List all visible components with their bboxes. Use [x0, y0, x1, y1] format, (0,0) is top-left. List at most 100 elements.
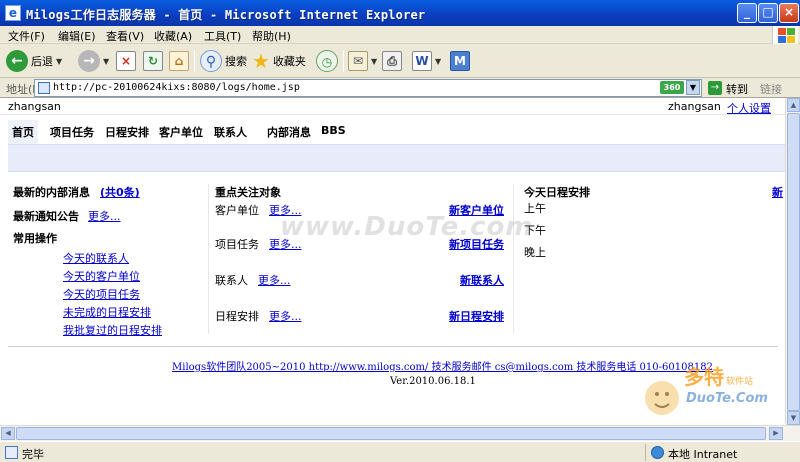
windows-logo-icon [772, 26, 798, 44]
go-button[interactable]: 转到 [726, 81, 748, 97]
left-column: 最新的内部消息 (共0条) 最新通知公告 更多... 常用操作 今天的联系人 今… [8, 184, 208, 337]
toolbar: ← 后退 ▼ → ▼ × ↻ ⌂ ⚲ 搜索 ★ 收藏夹 ◷ ✉ ▼ ⎙ W ▼ … [0, 44, 800, 78]
menu-edit[interactable]: 编辑(E) [58, 28, 96, 44]
menu-help[interactable]: 帮助(H) [252, 28, 291, 44]
close-button[interactable]: × [779, 3, 799, 23]
new-contact-link[interactable]: 新联系人 [460, 272, 504, 288]
focus-row-label: 联系人 [215, 274, 248, 287]
horizontal-scrollbar[interactable]: ◀ ▶ [0, 425, 800, 441]
menu-view[interactable]: 查看(V) [106, 28, 144, 44]
nav-contacts[interactable]: 联系人 [214, 124, 247, 140]
footer-info-link[interactable]: Milogs软件团队2005~2010 http://www.milogs.co… [172, 358, 713, 373]
back-label: 后退 [31, 55, 53, 68]
forward-button[interactable]: → ▼ [78, 48, 109, 74]
scroll-right-icon[interactable]: ▶ [769, 427, 783, 440]
op-today-contacts[interactable]: 今天的联系人 [63, 250, 129, 266]
favorites-button[interactable]: ★ 收藏夹 [252, 48, 306, 74]
op-today-projects[interactable]: 今天的项目任务 [63, 286, 140, 302]
page-icon [38, 82, 50, 94]
search-button[interactable]: ⚲ 搜索 [200, 48, 247, 74]
history-icon: ◷ [316, 50, 338, 72]
search-icon: ⚲ [200, 50, 222, 72]
refresh-button[interactable]: ↻ [143, 48, 163, 74]
stop-icon: × [116, 51, 136, 71]
safety-360-badge[interactable]: 360 [660, 81, 684, 94]
address-dropdown-icon[interactable]: ▼ [686, 80, 700, 95]
menu-tools[interactable]: 工具(T) [204, 28, 241, 44]
nav-schedule[interactable]: 日程安排 [105, 124, 149, 140]
new-schedule-right-link[interactable]: 新 [772, 184, 783, 200]
op-unfinished-schedule[interactable]: 未完成的日程安排 [63, 304, 151, 320]
menu-bar: 文件(F) 编辑(E) 查看(V) 收藏(A) 工具(T) 帮助(H) [0, 26, 800, 44]
messenger-icon: M [450, 51, 470, 71]
nav-home[interactable]: 首页 [8, 120, 38, 144]
window-titlebar[interactable]: e Milogs工作日志服务器 - 首页 - Microsoft Interne… [0, 0, 800, 26]
address-url[interactable]: http://pc-20100624kixs:8080/logs/home.js… [53, 82, 300, 93]
maximize-button[interactable]: □ [758, 3, 778, 23]
stop-button[interactable]: × [116, 48, 136, 74]
scroll-left-icon[interactable]: ◀ [1, 427, 15, 440]
mail-button[interactable]: ✉ ▼ [348, 48, 377, 74]
nav-messages[interactable]: 内部消息 [267, 124, 311, 140]
page-viewport: zhangsan zhangsan 个人设置 首页 项目任务 日程安排 客户单位… [0, 98, 785, 425]
new-schedule-link[interactable]: 新日程安排 [449, 308, 504, 324]
menu-favorites[interactable]: 收藏(A) [154, 28, 192, 44]
page-content: zhangsan zhangsan 个人设置 首页 项目任务 日程安排 客户单位… [0, 98, 785, 425]
print-button[interactable]: ⎙ [382, 48, 402, 74]
notice-more-link[interactable]: 更多... [88, 208, 121, 224]
period-evening: 晚上 [524, 246, 546, 259]
nav-projects[interactable]: 项目任务 [50, 124, 94, 140]
address-bar: 地址(D) http://pc-20100624kixs:8080/logs/h… [0, 78, 800, 98]
favorites-label: 收藏夹 [272, 55, 306, 68]
minimize-button[interactable]: _ [737, 3, 757, 23]
op-today-customers[interactable]: 今天的客户单位 [63, 268, 140, 284]
focus-title: 重点关注对象 [215, 186, 281, 199]
hscroll-thumb[interactable] [16, 427, 766, 440]
back-button[interactable]: ← 后退 ▼ [6, 48, 62, 74]
security-zone: 本地 Intranet [668, 448, 738, 461]
right-column: 今天日程安排 新 上午 下午 晚上 [514, 184, 785, 334]
chevron-down-icon[interactable]: ▼ [103, 57, 109, 66]
word-edit-icon: W [412, 51, 432, 71]
page-status-icon [5, 446, 18, 459]
middle-column: 重点关注对象 客户单位 更多... 新客户单位 项目任务 更多... 新项目任务… [208, 184, 514, 334]
chevron-down-icon[interactable]: ▼ [435, 57, 441, 66]
svg-text:软件站: 软件站 [726, 375, 753, 387]
status-text: 完毕 [22, 448, 44, 461]
scroll-thumb[interactable] [787, 113, 800, 411]
vertical-scrollbar[interactable]: ▲ ▼ [785, 98, 800, 425]
common-ops-title: 常用操作 [13, 232, 57, 245]
go-arrow-icon[interactable]: → [708, 81, 722, 95]
mail-icon: ✉ [348, 51, 368, 71]
edit-button[interactable]: W ▼ [412, 48, 441, 74]
user-name-right: zhangsan [668, 100, 721, 113]
op-approved-schedule[interactable]: 我批复过的日程安排 [63, 322, 162, 338]
address-input[interactable]: http://pc-20100624kixs:8080/logs/home.js… [34, 79, 702, 97]
home-icon: ⌂ [169, 51, 189, 71]
chevron-down-icon[interactable]: ▼ [371, 57, 377, 66]
history-button[interactable]: ◷ [316, 48, 338, 74]
notice-title: 最新通知公告 [13, 210, 79, 223]
internal-messages-count-link[interactable]: (共0条) [100, 184, 140, 200]
home-button[interactable]: ⌂ [169, 48, 189, 74]
window-title: Milogs工作日志服务器 - 首页 - Microsoft Internet … [26, 8, 426, 22]
nav-bbs[interactable]: BBS [321, 124, 346, 137]
star-icon: ★ [252, 49, 270, 73]
divider [0, 114, 785, 115]
intranet-globe-icon [651, 446, 664, 459]
messenger-button[interactable]: M [450, 48, 470, 74]
current-user: zhangsan [8, 100, 61, 113]
chevron-down-icon[interactable]: ▼ [56, 57, 62, 66]
menu-file[interactable]: 文件(F) [8, 28, 45, 44]
scroll-down-icon[interactable]: ▼ [787, 411, 800, 425]
scroll-up-icon[interactable]: ▲ [787, 98, 800, 112]
status-bar: 完毕 本地 Intranet [0, 441, 800, 462]
focus-more-link[interactable]: 更多... [269, 308, 302, 324]
forward-arrow-icon: → [78, 50, 100, 72]
nav-customers[interactable]: 客户单位 [159, 124, 203, 140]
duote-logo: 多特 软件站 DuoTe.Com [645, 365, 768, 415]
links-button[interactable]: 链接 [760, 81, 782, 97]
focus-more-link[interactable]: 更多... [258, 272, 291, 288]
focus-row-label: 项目任务 [215, 238, 259, 251]
search-label: 搜索 [225, 55, 247, 68]
